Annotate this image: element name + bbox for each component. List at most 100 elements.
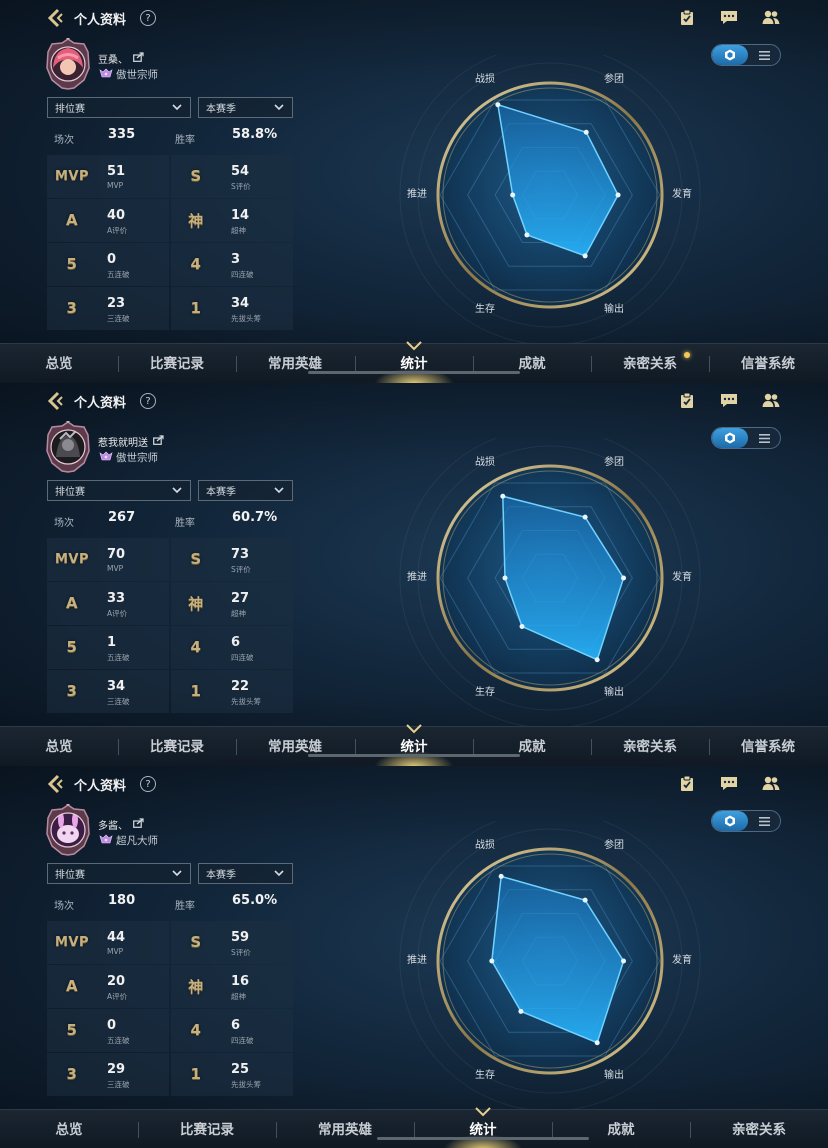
season-dropdown[interactable]: 本赛季 bbox=[198, 480, 293, 501]
nav-tab[interactable]: 常用英雄 bbox=[268, 352, 322, 372]
task-clipboard-icon[interactable] bbox=[676, 389, 698, 411]
stat-cell: 4 6 四连破 bbox=[171, 1009, 293, 1052]
nav-tab[interactable]: 信誉系统 bbox=[741, 352, 795, 372]
stat-value: 0 bbox=[107, 252, 117, 267]
dark-armored-hero-avatar[interactable] bbox=[44, 419, 92, 473]
stat-badge: 神 bbox=[188, 977, 204, 996]
stat-label: 超神 bbox=[231, 992, 246, 1001]
pink-bunny-hero-avatar[interactable] bbox=[44, 802, 92, 856]
share-icon[interactable] bbox=[133, 818, 144, 831]
stat-label: MVP bbox=[107, 564, 124, 573]
back-arrow-icon[interactable] bbox=[44, 773, 66, 795]
task-clipboard-icon[interactable] bbox=[676, 772, 698, 794]
stat-label: MVP bbox=[107, 181, 124, 190]
nav-tab[interactable]: 总览 bbox=[56, 1118, 83, 1138]
stat-cell: 神 16 超神 bbox=[171, 965, 293, 1008]
radar-point-5 bbox=[524, 232, 530, 238]
rank-name: 傲世宗师 bbox=[116, 452, 158, 464]
stat-badge: 4 bbox=[190, 1021, 202, 1039]
nav-divider bbox=[236, 739, 237, 755]
header: 个人资料? bbox=[44, 6, 157, 30]
radar-chart: 战损 参团发育输出 生存 推进 bbox=[399, 810, 701, 1112]
help-icon[interactable]: ? bbox=[140, 10, 157, 26]
stat-cell: 1 22 先拔头筹 bbox=[171, 670, 293, 713]
nav-divider bbox=[552, 1122, 553, 1138]
nav-tab[interactable]: 常用英雄 bbox=[268, 735, 322, 755]
list-view-icon[interactable] bbox=[748, 45, 780, 65]
pink-hair-hero-avatar[interactable] bbox=[44, 36, 92, 90]
nav-tab[interactable]: 比赛记录 bbox=[150, 735, 204, 755]
nav-tab[interactable]: 亲密关系 bbox=[623, 352, 677, 372]
stat-cell: MVP 70 MVP bbox=[47, 538, 169, 581]
player-name-text: 豆桑、 bbox=[98, 55, 128, 66]
bottom-nav: 总览 比赛记录 常用英雄 统计 成就 亲密关系 信誉系统 bbox=[0, 724, 828, 766]
chat-bubble-icon[interactable] bbox=[718, 772, 740, 794]
friends-icon[interactable] bbox=[760, 6, 782, 28]
nav-tab[interactable]: 成就 bbox=[608, 1118, 635, 1138]
mode-dropdown[interactable]: 排位赛 bbox=[47, 863, 191, 884]
season-dropdown[interactable]: 本赛季 bbox=[198, 863, 293, 884]
radar-container: 战损 参团 发育 输出 生存 推进 bbox=[380, 810, 720, 1112]
chat-bubble-icon[interactable] bbox=[718, 389, 740, 411]
radar-view-icon[interactable] bbox=[712, 811, 748, 831]
stat-badge: 4 bbox=[190, 638, 202, 656]
stat-label: 先拔头筹 bbox=[231, 1080, 261, 1089]
chat-bubble-icon[interactable] bbox=[718, 6, 740, 28]
nav-tab[interactable]: 统计 bbox=[401, 735, 428, 755]
stat-cell: 3 23 三连破 bbox=[47, 287, 169, 330]
profile-stats-panel: 个人资料? 豆桑、 傲世宗师 排位赛 本赛季 场次 335 胜率 58.8% MVP 51 MVP S 5… bbox=[0, 0, 828, 383]
friends-icon[interactable] bbox=[760, 772, 782, 794]
season-dropdown[interactable]: 本赛季 bbox=[198, 97, 293, 118]
stat-value: 23 bbox=[107, 296, 126, 311]
player-name: 多酱、 bbox=[98, 817, 144, 832]
nav-tab[interactable]: 总览 bbox=[46, 352, 73, 372]
stat-label: 先拔头筹 bbox=[231, 314, 261, 323]
list-view-icon[interactable] bbox=[748, 811, 780, 831]
mode-dropdown[interactable]: 排位赛 bbox=[47, 480, 191, 501]
radar-view-icon[interactable] bbox=[712, 45, 748, 65]
rank-emblem-icon bbox=[99, 451, 113, 465]
nav-tab[interactable]: 统计 bbox=[401, 352, 428, 372]
stat-badge: 3 bbox=[66, 1065, 78, 1083]
back-arrow-icon[interactable] bbox=[44, 390, 66, 412]
share-icon[interactable] bbox=[133, 52, 144, 65]
nav-divider bbox=[709, 739, 710, 755]
nav-tab[interactable]: 统计 bbox=[470, 1118, 497, 1138]
stat-cell: 5 0 五连破 bbox=[47, 1009, 169, 1052]
nav-tab[interactable]: 比赛记录 bbox=[180, 1118, 234, 1138]
nav-tab[interactable]: 亲密关系 bbox=[623, 735, 677, 755]
list-view-icon[interactable] bbox=[748, 428, 780, 448]
view-toggle[interactable] bbox=[711, 44, 781, 66]
stat-cell: 5 1 五连破 bbox=[47, 626, 169, 669]
back-arrow-icon[interactable] bbox=[44, 7, 66, 29]
nav-tab[interactable]: 信誉系统 bbox=[741, 735, 795, 755]
view-toggle[interactable] bbox=[711, 427, 781, 449]
share-icon[interactable] bbox=[153, 435, 164, 448]
stat-cell: S 59 S评价 bbox=[171, 921, 293, 964]
view-toggle[interactable] bbox=[711, 810, 781, 832]
mode-dropdown[interactable]: 排位赛 bbox=[47, 97, 191, 118]
player-name-text: 多酱、 bbox=[98, 821, 128, 832]
radar-point-6 bbox=[489, 958, 495, 964]
stat-cell: 1 25 先拔头筹 bbox=[171, 1053, 293, 1096]
stat-cell: MVP 44 MVP bbox=[47, 921, 169, 964]
chevron-down-icon bbox=[172, 103, 182, 114]
nav-tab[interactable]: 成就 bbox=[519, 735, 546, 755]
nav-tab[interactable]: 总览 bbox=[46, 735, 73, 755]
nav-scroll-indicator bbox=[308, 371, 520, 374]
stat-value: 25 bbox=[231, 1062, 250, 1077]
radar-axis-label: 战损 bbox=[475, 72, 495, 85]
nav-tab[interactable]: 成就 bbox=[519, 352, 546, 372]
chevron-down-icon bbox=[172, 869, 182, 880]
nav-tab[interactable]: 常用英雄 bbox=[318, 1118, 372, 1138]
nav-divider bbox=[709, 356, 710, 372]
help-icon[interactable]: ? bbox=[140, 393, 157, 409]
nav-tab[interactable]: 比赛记录 bbox=[150, 352, 204, 372]
radar-view-icon[interactable] bbox=[712, 428, 748, 448]
radar-axis-label: 战损 bbox=[475, 838, 495, 851]
winrate-label: 胜率 bbox=[175, 135, 195, 146]
task-clipboard-icon[interactable] bbox=[676, 6, 698, 28]
friends-icon[interactable] bbox=[760, 389, 782, 411]
help-icon[interactable]: ? bbox=[140, 776, 157, 792]
nav-tab[interactable]: 亲密关系 bbox=[732, 1118, 786, 1138]
